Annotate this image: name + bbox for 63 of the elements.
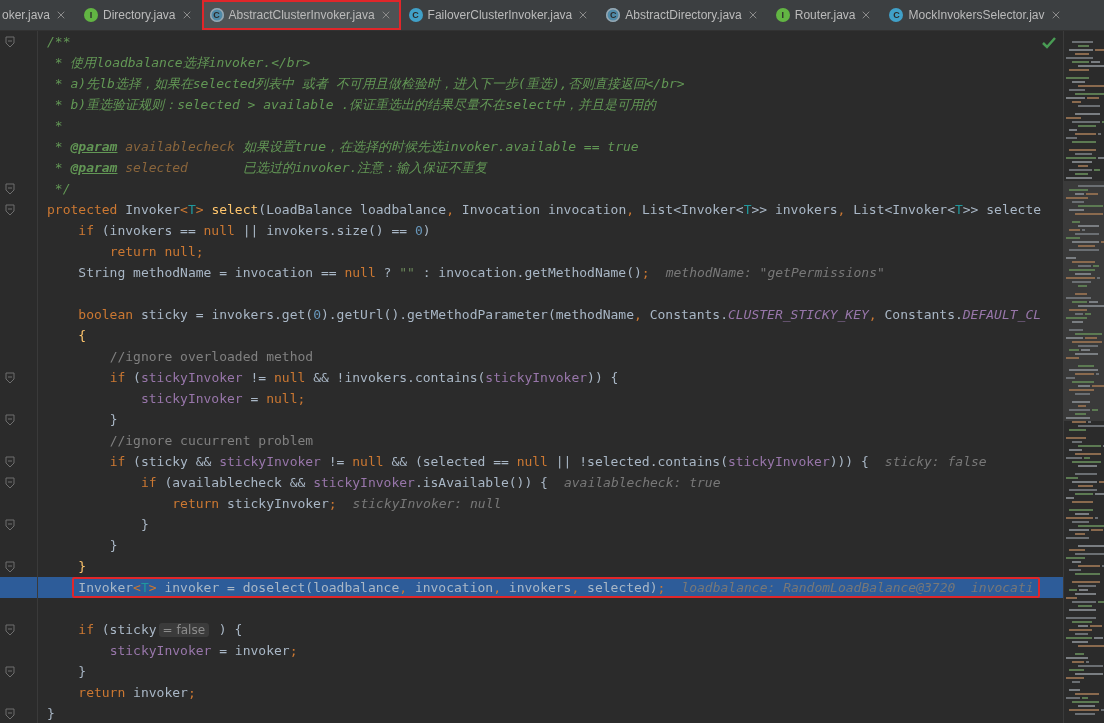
inline-hint: stickyInvoker: null	[352, 496, 502, 511]
code-text: * b)重选验证规则：selected > available .保证重选出的结果尽量不在select中，并且是可用的	[54, 95, 657, 114]
code-text: boolean sticky = invokers.get(0).getUrl().getMethodParameter(methodName, Constants.CLUSTER_STICKY_KEY, Constants.DEFAULT_CL	[78, 307, 1042, 322]
code-text: if (sticky	[78, 622, 157, 637]
fold-marker-icon[interactable]	[5, 518, 15, 531]
inline-hint: sticky: false	[884, 454, 987, 469]
class-icon: C	[606, 8, 621, 22]
fold-marker-icon[interactable]	[5, 623, 15, 636]
code-text: protected Invoker<T> select(LoadBalance loadbalance, Invocation invocation, List<Invoker<T>> invokers, List<Invoker<T>> selecte	[47, 202, 1042, 217]
code-text: return invoker;	[78, 685, 196, 700]
code-text: * @param selected 已选过的invoker.注意：输入保证不重复	[54, 158, 488, 177]
code-text: //ignore cucurrent problem	[109, 433, 314, 448]
fold-marker-icon[interactable]	[5, 476, 15, 489]
code-text: return stickyInvoker;	[172, 496, 337, 511]
fold-marker-icon[interactable]	[5, 707, 15, 720]
fold-marker-icon[interactable]	[5, 413, 15, 426]
code-text: stickyInvoker = invoker;	[109, 643, 298, 658]
code-text: Invoker<T> invoker = doselect(loadbalance, invocation, invokers, selected);	[78, 580, 666, 595]
editor-tab[interactable]: C AbstractClusterInvoker.java	[201, 0, 401, 30]
code-text: }	[47, 706, 55, 721]
fold-marker-icon[interactable]	[5, 35, 15, 48]
code-text: if (availablecheck && stickyInvoker.isAvailable()) {	[140, 475, 548, 490]
editor-tab[interactable]: I Directory.java	[76, 0, 202, 30]
inline-value-badge: = false	[158, 622, 209, 637]
code-text: stickyInvoker = null;	[140, 391, 306, 406]
code-text: /**	[47, 34, 71, 49]
code-text: * @param availablecheck 如果设置true，在选择的时候先选invoker.available == true	[54, 137, 639, 156]
class-icon: C	[889, 8, 904, 22]
editor-tab[interactable]: C MockInvokersSelector.jav	[881, 0, 1071, 30]
code-text: ) {	[217, 622, 243, 637]
inline-hint: methodName: "getPermissions"	[665, 265, 885, 280]
code-text: * a)先lb选择，如果在selected列表中 或者 不可用且做检验时，进入下一步(重选),否则直接返回</br>	[54, 74, 685, 93]
fold-marker-icon[interactable]	[5, 182, 15, 195]
inline-hint: availablecheck: true	[563, 475, 721, 490]
interface-icon: I	[775, 8, 790, 22]
code-text: }	[78, 559, 87, 574]
fold-marker-icon[interactable]	[5, 203, 15, 216]
code-text: //ignore overloaded method	[109, 349, 314, 364]
code-text: if (invokers == null || invokers.size() == 0)	[78, 223, 431, 238]
code-text: }	[140, 517, 149, 532]
fold-marker-icon[interactable]	[5, 560, 15, 573]
code-text: return null;	[109, 244, 204, 259]
code-text: }	[109, 538, 118, 553]
code-text: *	[54, 118, 63, 133]
interface-icon: I	[84, 8, 99, 22]
code-text: {	[78, 328, 87, 343]
code-text: if (stickyInvoker != null && !invokers.contains(stickyInvoker)) {	[109, 370, 619, 385]
code-text: }	[109, 412, 118, 427]
class-icon: C	[408, 8, 423, 22]
editor-tab[interactable]: oker.java	[0, 0, 77, 30]
code-text: String methodName = invocation == null ? "" : invocation.getMethodName();	[78, 265, 650, 280]
code-text: */	[54, 181, 71, 196]
editor-tab[interactable]: I Router.java	[767, 0, 882, 30]
editor-tab[interactable]: C FailoverClusterInvoker.java	[400, 0, 599, 30]
class-icon: C	[209, 8, 224, 22]
code-text: if (sticky && stickyInvoker != null && (selected == null || !selected.contains(stickyInvoker))) {	[109, 454, 869, 469]
code-text: }	[78, 664, 87, 679]
fold-marker-icon[interactable]	[5, 665, 15, 678]
fold-marker-icon[interactable]	[5, 455, 15, 468]
fold-marker-icon[interactable]	[5, 371, 15, 384]
code-text: * 使用loadbalance选择invoker.</br>	[54, 53, 311, 72]
editor-tab[interactable]: C AbstractDirectory.java	[598, 0, 768, 30]
inline-hint: loadbalance: RandomLoadBalance@3720 invocati	[681, 580, 1034, 595]
